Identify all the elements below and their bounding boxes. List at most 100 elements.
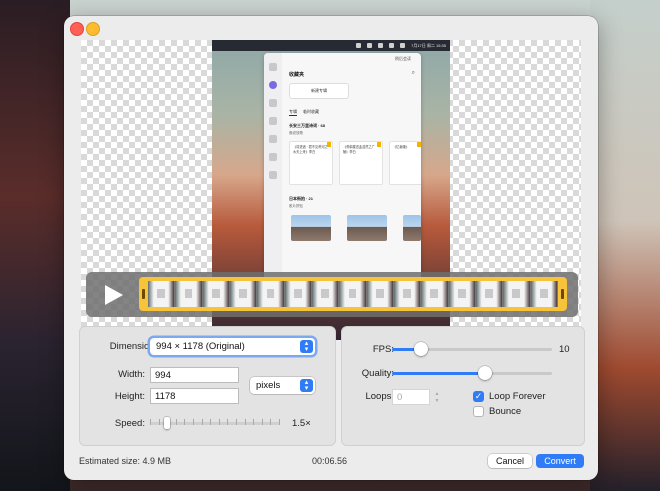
speed-tick bbox=[218, 419, 220, 425]
dimensions-value: 994 × 1178 (Original) bbox=[156, 341, 245, 352]
quality-slider[interactable] bbox=[392, 372, 552, 375]
loops-label: Loops: bbox=[365, 391, 394, 402]
stepper-down-icon[interactable]: ▼ bbox=[433, 397, 441, 404]
width-field[interactable]: 994 bbox=[150, 367, 239, 383]
frame-thumbnail[interactable] bbox=[421, 281, 449, 307]
street-photo bbox=[403, 215, 421, 241]
loops-field[interactable]: 0 bbox=[392, 389, 430, 405]
conversion-window: 7月17日 周二 15:35 稍后会读 收藏夹 ⌕ 新建专辑 专辑 临时收藏 长… bbox=[64, 16, 598, 480]
fps-value: 10 bbox=[559, 344, 570, 355]
speed-tick bbox=[150, 419, 151, 425]
frame-thumbnail[interactable] bbox=[503, 281, 531, 307]
menubar-icon bbox=[378, 43, 384, 48]
estimated-size: Estimated size: 4.9 MB bbox=[79, 456, 172, 466]
frame-thumbnail[interactable] bbox=[229, 281, 258, 307]
preview-app-title: 收藏夹 bbox=[289, 72, 305, 78]
minimize-button[interactable] bbox=[86, 22, 100, 36]
section-title: 日本街拍 · 21 bbox=[289, 196, 314, 201]
height-field[interactable]: 1178 bbox=[150, 388, 239, 404]
convert-button[interactable]: Convert bbox=[536, 454, 584, 468]
unit-select[interactable]: pixels ▴ ▾ bbox=[250, 377, 315, 394]
menubar-clock: 7月17日 周二 15:35 bbox=[411, 42, 446, 48]
poem-card: 《黄鹤楼送孟浩然之广陵》李白 bbox=[339, 141, 383, 185]
sidebar-icon bbox=[269, 135, 277, 143]
loop-forever-label: Loop Forever bbox=[489, 391, 546, 402]
speed-tick bbox=[175, 419, 177, 425]
bookmark-icon bbox=[377, 142, 381, 147]
menubar-icon bbox=[367, 43, 373, 48]
frame-thumbnail[interactable] bbox=[393, 281, 422, 307]
sidebar-icon bbox=[269, 117, 277, 125]
tab-temp: 临时收藏 bbox=[303, 109, 319, 114]
speed-tick bbox=[184, 419, 186, 425]
size-settings-group: Dimensions: 994 × 1178 (Original) ▴ ▾ Wid… bbox=[79, 326, 336, 446]
section-owner: 胶片拼贴 bbox=[289, 204, 303, 208]
quality-slider-fill bbox=[392, 372, 485, 375]
speed-tick bbox=[158, 419, 160, 425]
chevron-updown-icon: ▴ ▾ bbox=[300, 340, 313, 353]
speed-tick bbox=[210, 419, 212, 425]
close-button[interactable] bbox=[70, 22, 84, 36]
speed-tick bbox=[235, 419, 237, 425]
street-photo bbox=[347, 215, 387, 241]
speed-tick bbox=[244, 419, 246, 425]
bookmark-icon bbox=[417, 142, 421, 147]
sidebar-icon bbox=[269, 63, 277, 71]
menubar-icon bbox=[400, 43, 406, 48]
duration: 00:06.56 bbox=[312, 456, 348, 466]
bounce-checkbox[interactable] bbox=[473, 406, 484, 417]
frame-thumbnail[interactable] bbox=[175, 281, 203, 307]
speed-slider-knob[interactable] bbox=[164, 417, 171, 429]
trim-handle-start[interactable] bbox=[142, 289, 145, 299]
bounce-label: Bounce bbox=[489, 406, 522, 417]
chevron-updown-icon: ▴ ▾ bbox=[300, 379, 313, 392]
frame-strip[interactable] bbox=[139, 277, 567, 311]
dimensions-select[interactable]: 994 × 1178 (Original) ▴ ▾ bbox=[150, 338, 315, 355]
poem-card: 《将进酒 · 君不见黄河之水天上来》李白 bbox=[289, 141, 333, 185]
speed-tick bbox=[227, 419, 229, 425]
preview-menubar: 7月17日 周二 15:35 bbox=[212, 40, 450, 51]
preview-app-panel: 稍后会读 收藏夹 ⌕ 新建专辑 专辑 临时收藏 长安三万里诗词 · 68 佛说放… bbox=[264, 53, 421, 283]
desktop-wallpaper-right bbox=[590, 0, 660, 491]
frame-thumbnail[interactable] bbox=[311, 281, 340, 307]
preview-app-sidebar bbox=[264, 53, 282, 283]
speed-tick bbox=[278, 419, 280, 425]
speed-tick bbox=[253, 419, 255, 425]
trim-handle-end[interactable] bbox=[561, 289, 564, 299]
section-owner: 佛说放歌 bbox=[289, 131, 303, 135]
frame-thumbnail[interactable] bbox=[339, 281, 367, 307]
bookmark-icon bbox=[327, 142, 331, 147]
output-settings-group: FPS: 10 Quality: Loops: 0 ▲ ▼ ✓ Loop For… bbox=[341, 326, 585, 446]
quality-slider-knob[interactable] bbox=[477, 366, 492, 380]
frame-thumbnail[interactable] bbox=[148, 281, 176, 307]
sidebar-icon bbox=[269, 153, 277, 161]
play-button[interactable] bbox=[101, 283, 125, 307]
loops-stepper[interactable]: ▲ ▼ bbox=[433, 390, 441, 404]
desktop-wallpaper-left bbox=[0, 0, 70, 491]
frame-thumbnail[interactable] bbox=[202, 281, 230, 307]
cancel-button[interactable]: Cancel bbox=[488, 454, 532, 468]
frame-thumbnail[interactable] bbox=[475, 281, 504, 307]
sidebar-icon bbox=[269, 99, 277, 107]
fps-label: FPS: bbox=[372, 344, 394, 355]
fps-slider-knob[interactable] bbox=[414, 342, 429, 356]
frame-thumbnail[interactable] bbox=[284, 281, 312, 307]
frame-thumbnail[interactable] bbox=[257, 281, 285, 307]
poem-card: 《忆秦娥》 bbox=[389, 141, 421, 185]
menubar-icon bbox=[389, 43, 395, 48]
stepper-up-icon[interactable]: ▲ bbox=[433, 390, 441, 397]
speed-tick bbox=[192, 419, 194, 425]
frame-thumbnail[interactable] bbox=[448, 281, 476, 307]
speed-label: Speed: bbox=[114, 418, 145, 429]
speed-tick bbox=[261, 419, 263, 425]
preview-app-brand: 稍后会读 bbox=[395, 56, 411, 61]
preview-tabs: 专辑 临时收藏 bbox=[289, 109, 319, 116]
street-photo bbox=[291, 215, 331, 241]
loop-forever-checkbox[interactable]: ✓ bbox=[473, 391, 484, 402]
width-label: Width: bbox=[118, 369, 145, 380]
quality-label: Quality: bbox=[361, 368, 394, 379]
frame-thumbnail[interactable] bbox=[366, 281, 394, 307]
speed-tick bbox=[201, 419, 203, 425]
frame-thumbnail[interactable] bbox=[530, 281, 558, 307]
sidebar-icon-active bbox=[269, 81, 277, 89]
